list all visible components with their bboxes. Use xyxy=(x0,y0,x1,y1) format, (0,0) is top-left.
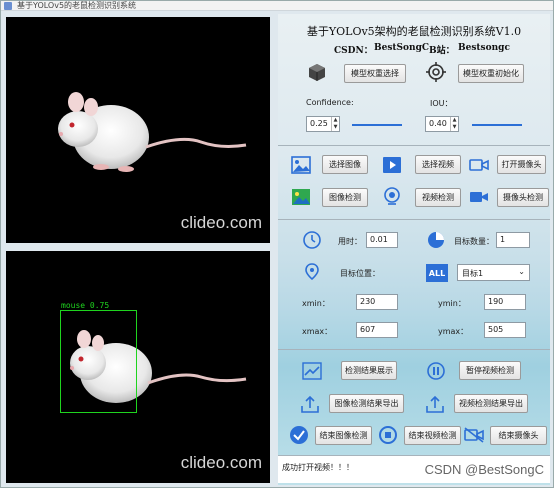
window-title: 基于YOLOv5的老鼠检测识别系统 xyxy=(17,1,137,10)
webcam-icon xyxy=(382,186,402,206)
csdn-value: BestSongC xyxy=(374,43,430,53)
detect-camera-button[interactable]: 摄像头检测 xyxy=(497,188,549,207)
iou-spinbox[interactable]: 0.40 ▲ ▼ xyxy=(425,116,459,132)
detection-box xyxy=(60,310,137,413)
count-label: 目标数量： xyxy=(454,237,494,246)
divider xyxy=(278,145,550,146)
camera-off-icon xyxy=(464,425,484,445)
status-bar: 成功打开视频！！！ CSDN @BestSongC xyxy=(278,455,550,483)
xmax-label: xmax： xyxy=(302,327,333,336)
csdn-label: CSDN： xyxy=(334,46,373,56)
title-bar: 基于YOLOv5的老鼠检测识别系统 xyxy=(1,1,553,11)
camera-icon xyxy=(469,155,489,175)
ymin-field[interactable]: 190 xyxy=(484,294,526,310)
confidence-spinbox[interactable]: 0.25 ▲ ▼ xyxy=(306,116,340,132)
video-play-icon xyxy=(382,155,402,175)
export-video-button[interactable]: 视频检测结果导出 xyxy=(454,394,528,413)
detected-mouse-image xyxy=(70,330,247,403)
spin-arrows-icon[interactable]: ▲ ▼ xyxy=(331,117,339,131)
all-targets-icon: ALL xyxy=(426,264,448,282)
ymin-label: ymin： xyxy=(438,299,466,308)
ymax-label: ymax： xyxy=(438,327,469,336)
csdn-watermark: CSDN @BestSongC xyxy=(424,462,544,477)
app-heading: 基于YOLOv5架构的老鼠检测识别系统V1.0 xyxy=(306,25,522,38)
picture-icon xyxy=(291,187,311,207)
detection-image-pane: mouse 0.75 clideo.com xyxy=(6,251,270,483)
chevron-down-icon[interactable]: ⌄ xyxy=(518,267,525,276)
select-weights-button[interactable]: 模型权重选择 xyxy=(344,64,406,83)
control-panel: 基于YOLOv5架构的老鼠检测识别系统V1.0 CSDN： BestSongC … xyxy=(278,14,550,485)
init-weights-button[interactable]: 模型权重初始化 xyxy=(458,64,524,83)
detect-video-button[interactable]: 视频检测 xyxy=(415,188,461,207)
bili-label: B站： xyxy=(429,46,455,56)
status-message: 成功打开视频！！！ xyxy=(282,463,354,472)
bili-value: Bestsongc xyxy=(458,43,510,53)
target-icon xyxy=(426,62,446,82)
ymax-field[interactable]: 505 xyxy=(484,322,526,338)
select-image-button[interactable]: 选择图像 xyxy=(322,155,368,174)
time-label: 用时： xyxy=(338,237,362,246)
select-video-button[interactable]: 选择视频 xyxy=(415,155,461,174)
show-results-button[interactable]: 检测结果展示 xyxy=(341,361,397,380)
export-image-button[interactable]: 图像检测结果导出 xyxy=(329,394,404,413)
video-camera-icon xyxy=(469,187,489,207)
detection-label: mouse 0.75 xyxy=(61,301,110,310)
confidence-label: Confidence: xyxy=(306,98,354,107)
divider xyxy=(278,349,550,350)
position-label: 目标位置： xyxy=(340,269,380,278)
clock-icon xyxy=(302,230,322,250)
location-pin-icon xyxy=(302,262,322,282)
stop-video-button[interactable]: 结束视频检测 xyxy=(404,426,461,445)
confidence-value: 0.25 xyxy=(310,119,328,128)
xmin-field[interactable]: 230 xyxy=(356,294,398,310)
mouse-image xyxy=(58,92,247,172)
iou-label: IOU： xyxy=(430,99,453,108)
cube-icon xyxy=(307,62,327,82)
open-camera-button[interactable]: 打开摄像头 xyxy=(497,155,546,174)
check-circle-icon xyxy=(289,425,309,445)
stop-circle-icon xyxy=(378,425,398,445)
confidence-slider[interactable] xyxy=(352,124,402,126)
time-field[interactable]: 0.01 xyxy=(366,232,398,248)
divider xyxy=(278,219,550,220)
detect-image-button[interactable]: 图像检测 xyxy=(322,188,368,207)
target-select-value: 目标1 xyxy=(462,269,484,278)
app-icon xyxy=(4,2,12,10)
xmax-field[interactable]: 607 xyxy=(356,322,398,338)
upload-icon xyxy=(300,394,320,414)
app-window: 基于YOLOv5的老鼠检测识别系统 clideo.com mouse 0.75 … xyxy=(0,0,554,488)
image-watermark: clideo.com xyxy=(180,213,262,232)
pause-icon xyxy=(426,361,446,381)
image-watermark: clideo.com xyxy=(180,453,262,472)
image-icon xyxy=(291,155,311,175)
iou-value: 0.40 xyxy=(429,119,447,128)
pie-chart-icon xyxy=(426,230,446,250)
pause-video-button[interactable]: 暂停视频检测 xyxy=(459,361,521,380)
iou-slider[interactable] xyxy=(472,124,522,126)
line-chart-icon xyxy=(302,361,322,381)
stop-camera-button[interactable]: 结束摄像头 xyxy=(490,426,547,445)
target-select[interactable]: 目标1 ⌄ xyxy=(457,264,530,281)
xmin-label: xmin： xyxy=(302,299,330,308)
upload-icon xyxy=(425,394,445,414)
stop-image-button[interactable]: 结束图像检测 xyxy=(315,426,372,445)
original-image-pane: clideo.com xyxy=(6,17,270,243)
spin-arrows-icon[interactable]: ▲ ▼ xyxy=(450,117,458,131)
count-field[interactable]: 1 xyxy=(496,232,530,248)
